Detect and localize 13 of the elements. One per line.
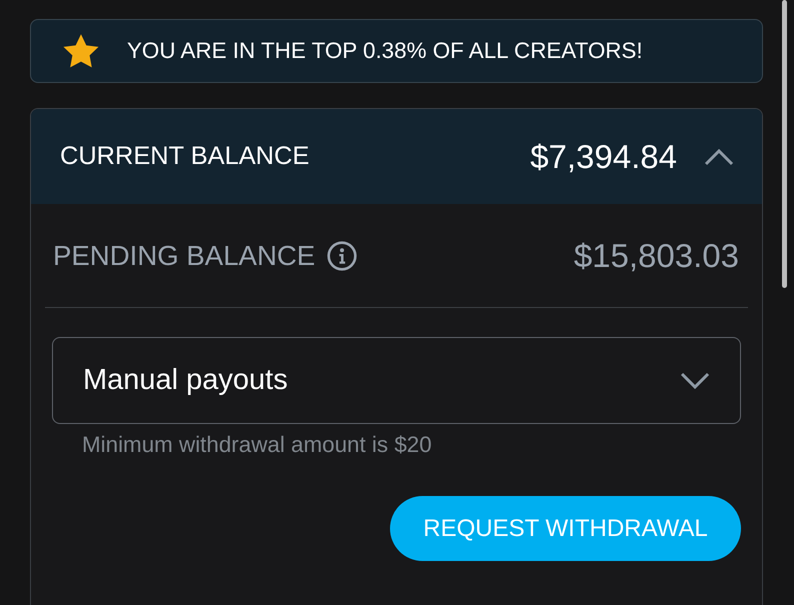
- info-icon[interactable]: [327, 240, 358, 270]
- pending-label: PENDING BALANCE: [53, 240, 316, 272]
- balance-title: CURRENT BALANCE: [60, 142, 310, 171]
- payout-select[interactable]: Manual payouts: [52, 337, 741, 424]
- chevron-up-icon[interactable]: [704, 148, 734, 166]
- card-header[interactable]: CURRENT BALANCE $7,394.84: [31, 109, 762, 204]
- pending-amount: $15,803.03: [574, 236, 739, 274]
- star-icon: [62, 33, 100, 69]
- balance-amount: $7,394.84: [530, 138, 677, 176]
- scrollbar-thumb[interactable]: [782, 0, 787, 288]
- banner-text: YOU ARE IN THE TOP 0.38% OF ALL CREATORS!: [127, 38, 643, 64]
- chevron-down-icon: [680, 372, 710, 390]
- hint-text: Minimum withdrawal amount is $20: [82, 432, 433, 458]
